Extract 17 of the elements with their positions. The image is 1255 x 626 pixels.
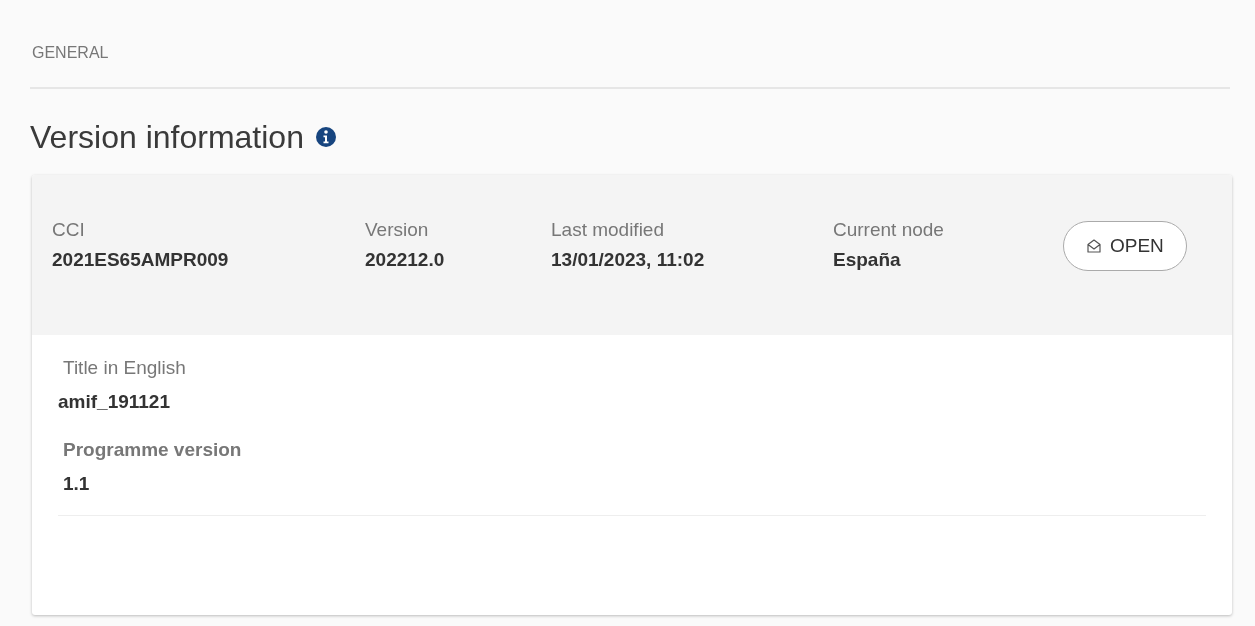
field-value: 202212.0 — [365, 249, 446, 271]
field-value: 1.1 — [63, 473, 91, 496]
info-icon[interactable] — [315, 127, 336, 147]
field-value: 2021ES65AMPR009 — [52, 249, 230, 271]
field-value: España — [833, 249, 902, 271]
field-label: Title in English — [63, 357, 187, 380]
section-title: Version information — [30, 118, 304, 156]
field-label: Current node — [833, 219, 945, 242]
section-label: GENERAL — [31, 44, 110, 63]
envelope-icon — [1086, 238, 1102, 254]
open-button[interactable]: OPEN — [1063, 221, 1187, 271]
field-label: Version — [365, 219, 430, 242]
field-value: 13/01/2023, 11:02 — [551, 249, 706, 271]
field-label: Last modified — [551, 219, 665, 242]
field-label: CCI — [52, 219, 86, 242]
field-value: amif_191121 — [58, 391, 171, 414]
field-label: Programme version — [63, 439, 243, 462]
